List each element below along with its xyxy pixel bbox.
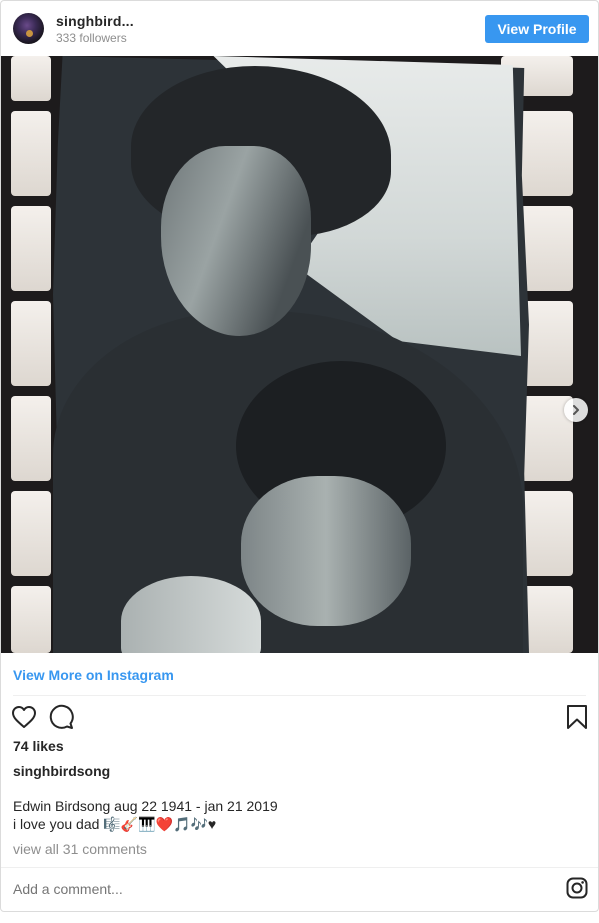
likes-count: 74 likes [13, 738, 64, 754]
view-more-link[interactable]: View More on Instagram [13, 667, 174, 683]
post-image[interactable] [1, 56, 598, 653]
comment-button[interactable] [47, 703, 75, 731]
comment-icon [49, 704, 74, 729]
comment-input[interactable] [13, 881, 413, 897]
followers-count: 333 followers [56, 31, 127, 45]
caption-text: Edwin Birdsong aug 22 1941 - jan 21 2019 [13, 798, 278, 814]
avatar[interactable] [13, 13, 44, 44]
view-comments-link[interactable]: view all 31 comments [13, 841, 147, 857]
like-button[interactable] [10, 703, 38, 731]
heart-icon [12, 706, 36, 728]
bookmark-icon [567, 705, 587, 729]
divider [1, 867, 598, 868]
view-profile-button[interactable]: View Profile [485, 15, 589, 43]
username[interactable]: singhbird... [56, 13, 134, 29]
post-header: singhbird... 333 followers View Profile [1, 1, 598, 56]
chevron-right-icon [573, 405, 579, 415]
caption-text: i love you dad 🎼🎸🎹❤️🎵🎶♥ [13, 816, 217, 832]
caption-username[interactable]: singhbirdsong [13, 763, 110, 779]
save-button[interactable] [563, 703, 591, 731]
next-image-button[interactable] [564, 398, 588, 422]
instagram-embed: singhbird... 333 followers View Profile [0, 0, 599, 912]
instagram-logo-button[interactable] [565, 876, 589, 900]
divider [13, 695, 586, 696]
instagram-icon [566, 877, 588, 899]
